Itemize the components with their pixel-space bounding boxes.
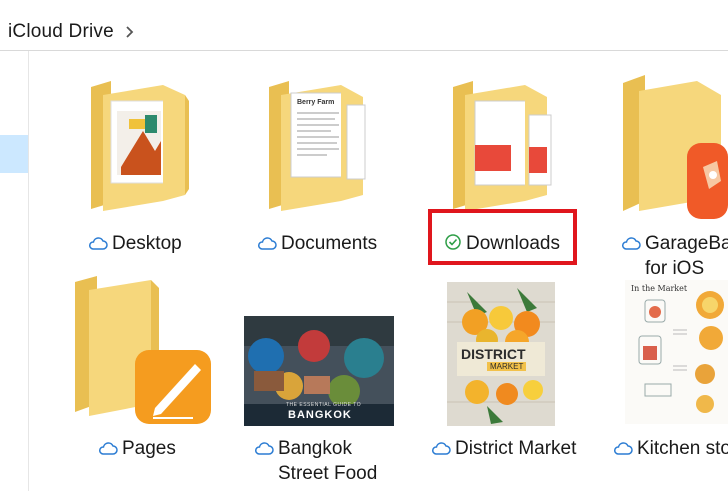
book-kitchen-stories[interactable]: In the Market Kitchen sto (611, 276, 728, 476)
cloud-icon (622, 237, 641, 250)
cloud-icon (432, 442, 451, 455)
documents-page-title: Berry Farm (297, 99, 335, 106)
chevron-right-icon[interactable] (124, 25, 134, 39)
folder-icon (75, 276, 211, 424)
navigation-pane (0, 51, 29, 491)
book-page-thumbnail: In the Market (625, 280, 728, 424)
cover-subtitle: MARKET (487, 362, 527, 371)
cover-small-text: THE ESSENTIAL GUIDE TO (286, 402, 362, 408)
item-label[interactable]: Bangkok Street Food (254, 436, 454, 486)
breadcrumb-icloud-drive[interactable]: iCloud Drive (8, 21, 114, 43)
pdf-label: PDF (481, 169, 516, 186)
folder-desktop[interactable]: Desktop (85, 71, 255, 271)
folder-icon (623, 75, 728, 219)
folder-pages[interactable]: Pages (69, 276, 239, 476)
book-cover-thumbnail: THE ESSENTIAL GUIDE TO BANGKOK (244, 316, 394, 426)
file-view: Desktop Berry Farm Documents PDF Downloa… (29, 51, 728, 491)
folder-icon (453, 81, 552, 211)
cover-title: DISTRICT (461, 346, 526, 362)
page-heading: In the Market (631, 284, 688, 293)
book-bangkok-street-food[interactable]: THE ESSENTIAL GUIDE TO BANGKOK Bangkok S… (244, 276, 444, 484)
item-label[interactable]: GarageBan for iOS (621, 231, 728, 281)
folder-documents[interactable]: Berry Farm Documents (258, 71, 431, 271)
cloud-icon (258, 237, 277, 250)
cloud-icon (614, 442, 633, 455)
cloud-icon (99, 442, 118, 455)
cloud-icon (89, 237, 108, 250)
window-top-strip (0, 0, 728, 15)
item-label[interactable]: Documents (257, 231, 457, 256)
folder-garageband[interactable]: GarageBan for iOS (617, 71, 728, 279)
book-district-market[interactable]: DISTRICT MARKET District Market (427, 276, 627, 476)
cloud-icon (255, 442, 274, 455)
address-bar[interactable]: iCloud Drive (0, 14, 728, 51)
folder-icon (269, 81, 366, 211)
jars-illustration-image (625, 280, 728, 424)
folder-icon (91, 81, 189, 211)
downloads-highlight-box (428, 209, 577, 265)
book-cover-thumbnail: DISTRICT MARKET (447, 282, 555, 426)
nav-selected-item[interactable] (0, 135, 28, 173)
item-label[interactable]: District Market (431, 436, 631, 461)
item-label[interactable]: Kitchen sto (613, 436, 728, 461)
cover-title: BANGKOK (288, 409, 352, 421)
